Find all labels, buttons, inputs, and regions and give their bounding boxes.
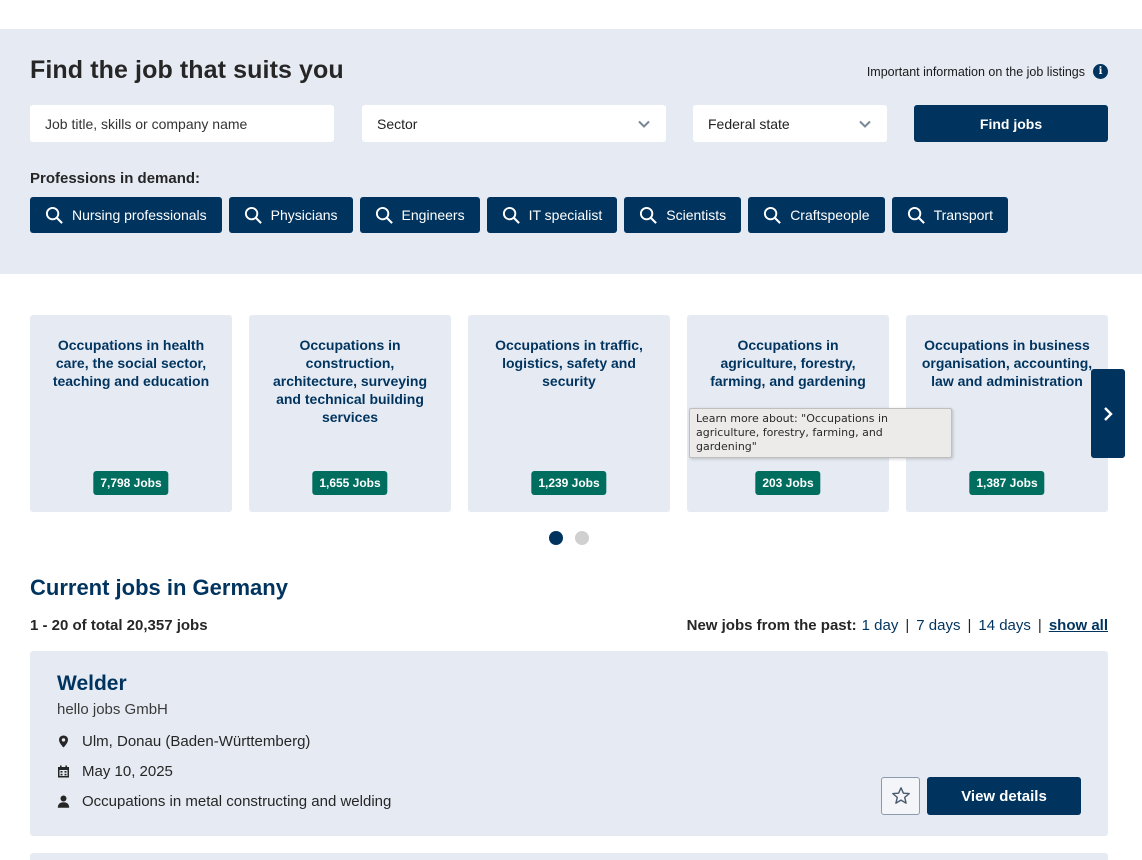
card-tooltip: Learn more about: "Occupations in agricu… [689,408,952,458]
carousel-next-button[interactable] [1091,369,1125,458]
job-date-row: May 10, 2025 [57,763,173,780]
federal-state-select[interactable]: Federal state [693,105,887,142]
filter-1-day[interactable]: 1 day [862,617,899,634]
chip-craftspeople[interactable]: Craftspeople [748,197,885,233]
view-details-button[interactable]: View details [927,777,1081,815]
occupation-card[interactable]: Occupations in construction, architectur… [249,315,451,512]
keyword-field[interactable] [30,105,334,142]
sector-select-value: Sector [377,115,418,132]
search-icon [375,206,393,224]
search-icon [640,206,658,224]
filter-7-days[interactable]: 7 days [916,617,960,634]
divider: | [905,617,910,634]
federal-state-select-value: Federal state [708,115,790,132]
divider: | [1037,617,1042,634]
filter-show-all[interactable]: show all [1049,617,1108,634]
chevron-right-icon [1104,406,1113,421]
chip-label: Engineers [401,207,465,223]
job-count-badge: 7,798 Jobs [93,471,169,495]
job-category-row: Occupations in metal constructing and we… [57,793,391,810]
occupation-card-title: Occupations in business organisation, ac… [921,337,1093,389]
occupation-card-title: Occupations in health care, the social s… [52,337,210,389]
filter-14-days[interactable]: 14 days [978,617,1031,634]
occupation-card[interactable]: Occupations in health care, the social s… [30,315,232,512]
chevron-down-icon [859,120,871,128]
chevron-down-icon [638,120,650,128]
results-total: 1 - 20 of total 20,357 jobs [30,617,208,634]
carousel-pagination [549,531,589,545]
results-heading: Current jobs in Germany [30,575,288,600]
search-icon [244,206,262,224]
professions-in-demand-label: Professions in demand: [30,170,201,187]
chip-scientists[interactable]: Scientists [624,197,742,233]
page-title: Find the job that suits you [30,56,344,84]
search-icon [502,206,520,224]
carousel-dot-1[interactable] [549,531,563,545]
info-icon: i [1093,64,1108,79]
job-category: Occupations in metal constructing and we… [82,793,392,810]
date-filters: New jobs from the past: 1 day | 7 days |… [687,617,1108,634]
calendar-icon [58,765,69,778]
chip-label: Transport [933,207,993,223]
chip-label: Physicians [270,207,338,223]
chip-label: Nursing professionals [72,207,207,223]
carousel-dot-2[interactable] [575,531,589,545]
divider: | [967,617,972,634]
chip-label: Scientists [666,207,727,223]
job-location: Ulm, Donau (Baden-Württemberg) [82,733,311,750]
occupation-card-title: Occupations in traffic, logistics, safet… [495,337,643,389]
search-icon [764,206,782,224]
chip-label: IT specialist [528,207,603,223]
chip-physicians[interactable]: Physicians [228,197,353,233]
job-listing-info-link[interactable]: Important information on the job listing… [867,64,1108,79]
occupation-card[interactable]: Occupations in traffic, logistics, safet… [468,315,670,512]
job-listing [30,853,1108,860]
star-icon [891,787,910,804]
info-link-label: Important information on the job listing… [866,64,1085,79]
job-date: May 10, 2025 [82,763,173,780]
profession-chips: Nursing professionals Physicians Enginee… [30,197,1008,233]
sector-select[interactable]: Sector [362,105,666,142]
location-pin-icon [59,735,68,748]
search-icon [907,206,925,224]
search-icon [45,206,63,224]
job-count-badge: 1,655 Jobs [312,471,388,495]
job-count-badge: 203 Jobs [755,471,821,495]
person-icon [57,795,70,808]
occupation-card-title: Occupations in construction, architectur… [272,337,428,425]
bookmark-button[interactable] [881,777,920,815]
chip-label: Craftspeople [790,207,870,223]
find-jobs-button[interactable]: Find jobs [914,105,1108,142]
keyword-input[interactable] [45,115,334,132]
job-count-badge: 1,387 Jobs [969,471,1045,495]
job-location-row: Ulm, Donau (Baden-Württemberg) [57,733,310,750]
chip-nursing-professionals[interactable]: Nursing professionals [30,197,222,233]
occupation-card-title: Occupations in agriculture, forestry, fa… [710,337,866,389]
job-listing: Welder hello jobs GmbH Ulm, Donau (Baden… [30,651,1108,836]
job-title-link[interactable]: Welder [57,672,127,696]
date-filter-label: New jobs from the past: [686,617,857,634]
chip-transport[interactable]: Transport [891,197,1008,233]
job-company: hello jobs GmbH [57,701,168,718]
job-count-badge: 1,239 Jobs [531,471,607,495]
chip-it-specialist[interactable]: IT specialist [486,197,618,233]
chip-engineers[interactable]: Engineers [359,197,480,233]
